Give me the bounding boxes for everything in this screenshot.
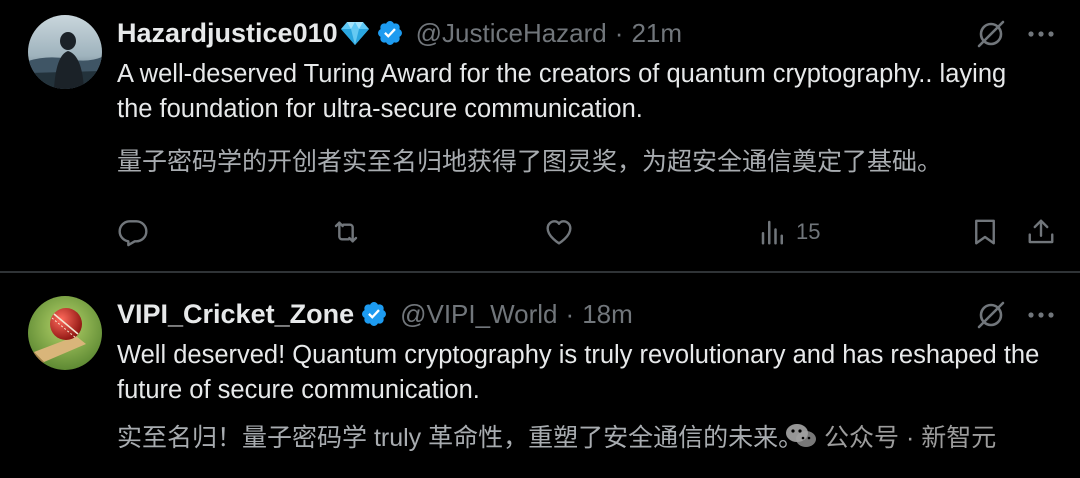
repost-icon [334, 221, 358, 243]
share-icon [1028, 219, 1054, 244]
handle[interactable]: @VIPI_World [400, 299, 557, 330]
tweet-text: A well-deserved Turing Award for the cre… [117, 60, 1007, 123]
grok-icon[interactable] [976, 19, 1006, 49]
reply-button[interactable] [117, 212, 149, 252]
heart-icon [546, 220, 572, 245]
handle[interactable]: @JusticeHazard [416, 18, 607, 49]
wechat-icon [786, 424, 816, 447]
watermark-text: 公众号 · 新智元 [824, 424, 997, 452]
tweet[interactable]: Hazardjustice010 @JusticeHazard · 21m A … [0, 0, 1080, 272]
share-button[interactable] [1026, 212, 1056, 252]
avatar[interactable] [28, 296, 102, 370]
reply-icon [118, 220, 148, 247]
watermark: 公众号 · 新智元 [784, 416, 996, 456]
like-button[interactable] [543, 212, 575, 252]
views-button[interactable]: 15 [758, 212, 820, 252]
repost-button[interactable] [330, 212, 362, 252]
separator: · [614, 17, 624, 48]
verified-badge-icon[interactable] [360, 300, 388, 328]
timestamp[interactable]: 18m [582, 299, 633, 330]
action-bar: 15 [0, 212, 1080, 252]
views-icon [761, 220, 783, 245]
bookmark-button[interactable] [970, 212, 1000, 252]
translated-text: 量子密码学的开创者实至名归地获得了图灵奖，为超安全通信奠定了基础。 [117, 148, 943, 176]
avatar[interactable] [28, 15, 102, 89]
views-count: 15 [796, 219, 821, 244]
grok-icon[interactable] [976, 300, 1006, 330]
timestamp[interactable]: 21m [631, 18, 682, 49]
more-options-icon[interactable] [1026, 19, 1056, 49]
diamond-icon [340, 20, 370, 46]
more-options-icon[interactable] [1026, 300, 1056, 330]
separator: · [565, 298, 575, 329]
display-name[interactable]: VIPI_Cricket_Zone [117, 299, 354, 330]
verified-badge-icon[interactable] [376, 19, 404, 47]
tweet-text: Well deserved! Quantum cryptography is t… [117, 341, 1040, 404]
bookmark-icon [975, 219, 995, 245]
display-name[interactable]: Hazardjustice010 [117, 18, 338, 49]
